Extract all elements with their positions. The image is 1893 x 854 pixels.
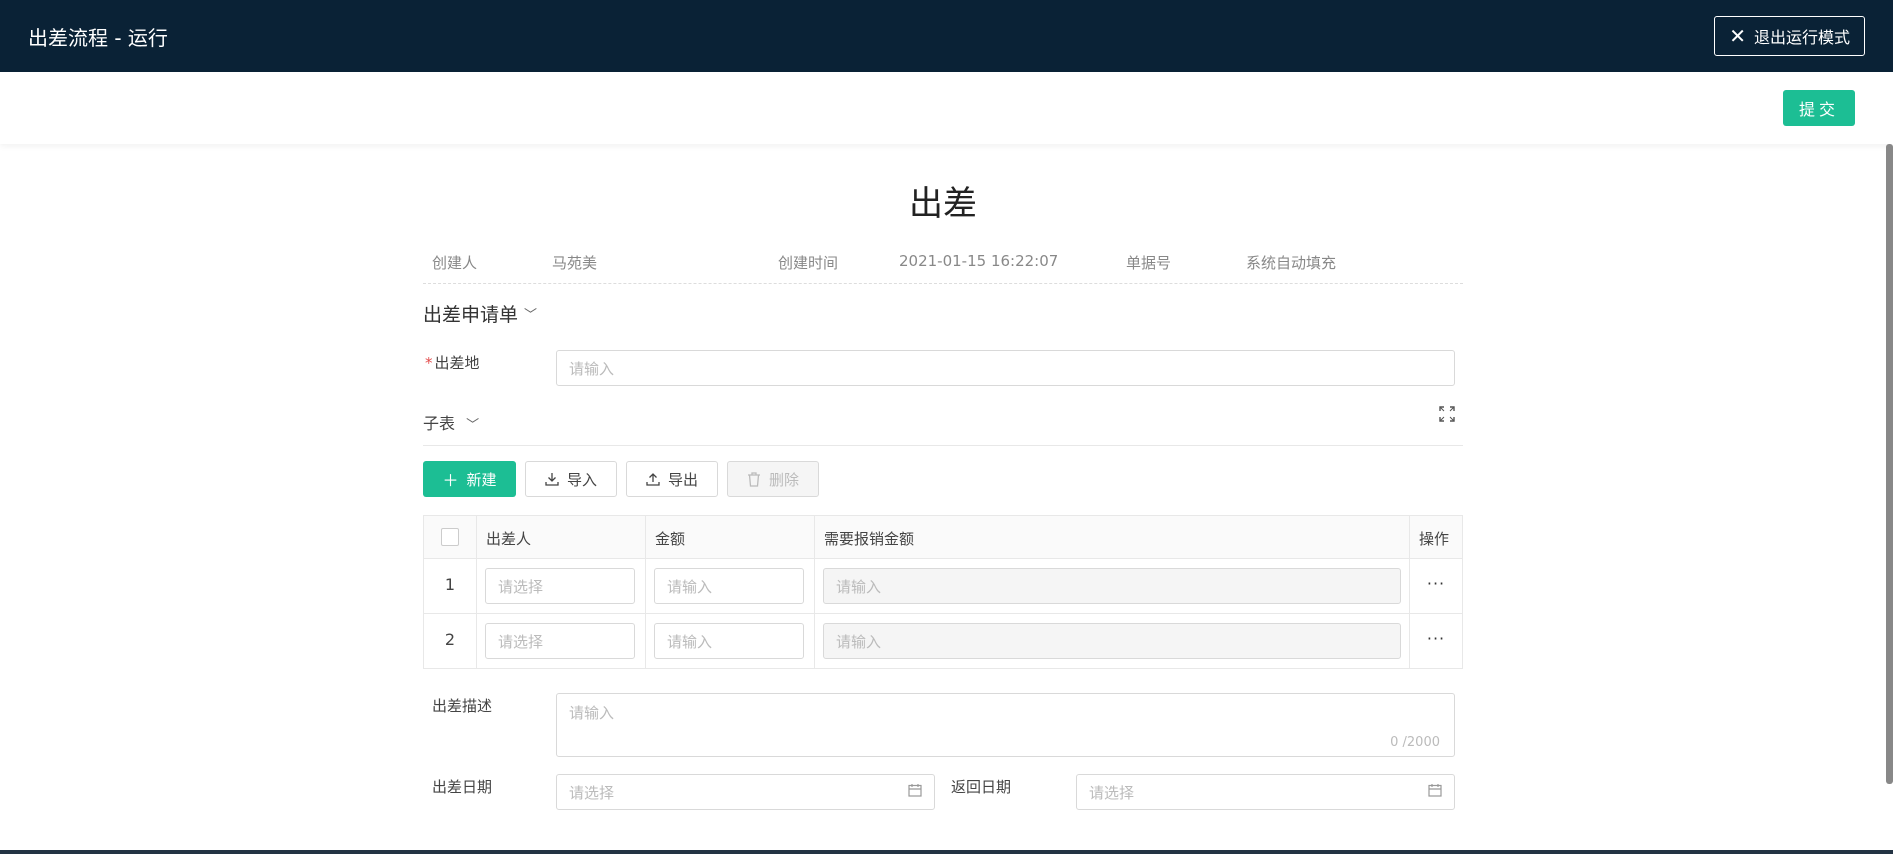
column-header-reimburse: 需要报销金额 bbox=[824, 530, 915, 548]
select-all-checkbox[interactable] bbox=[441, 528, 459, 546]
subtable-toggle[interactable]: 子表 ﹀ bbox=[423, 410, 479, 434]
column-header-amount: 金额 bbox=[655, 530, 686, 548]
page-title: 出差流程 - 运行 bbox=[28, 25, 168, 50]
doc-no-value: 系统自动填充 bbox=[1246, 254, 1337, 272]
exit-run-mode-label: 退出运行模式 bbox=[1753, 28, 1850, 47]
reimburse-input: 请输入 bbox=[823, 623, 1401, 659]
chevron-down-icon: ﹀ bbox=[466, 418, 480, 433]
amount-input[interactable]: 请输入 bbox=[654, 568, 804, 604]
exit-run-mode-button[interactable]: ✕ 退出运行模式 bbox=[1714, 16, 1865, 56]
top-bar: 出差流程 - 运行 ✕ 退出运行模式 bbox=[0, 0, 1893, 72]
destination-label: * 出差地 bbox=[425, 352, 480, 373]
row-divider bbox=[424, 613, 1462, 614]
column-divider bbox=[814, 516, 815, 668]
row-index: 2 bbox=[444, 630, 456, 649]
destination-input[interactable]: 请输入 bbox=[556, 350, 1455, 386]
fullscreen-icon[interactable] bbox=[1439, 406, 1455, 422]
bottom-bar bbox=[0, 850, 1893, 854]
calendar-icon bbox=[908, 784, 922, 797]
created-time-label: 创建时间 bbox=[778, 254, 839, 272]
scrollbar[interactable] bbox=[1886, 144, 1893, 784]
download-icon bbox=[545, 473, 559, 486]
new-row-button[interactable]: ＋ 新建 bbox=[423, 461, 516, 497]
plus-icon: ＋ bbox=[442, 471, 459, 490]
more-icon[interactable]: ··· bbox=[1410, 629, 1462, 648]
row-index: 1 bbox=[444, 575, 456, 594]
export-label: 导出 bbox=[667, 470, 698, 489]
return-date-picker[interactable]: 请选择 bbox=[1076, 774, 1455, 810]
form-meta: 创建人 马苑美 创建时间 2021-01-15 16:22:07 单据号 系统自… bbox=[423, 252, 1463, 284]
return-date-label: 返回日期 bbox=[951, 778, 1012, 796]
close-icon: ✕ bbox=[1729, 24, 1746, 48]
export-button[interactable]: 导出 bbox=[626, 461, 718, 497]
section-title: 出差申请单 bbox=[423, 304, 519, 326]
char-counter: 0 /2000 bbox=[1390, 735, 1440, 750]
column-header-action: 操作 bbox=[1419, 530, 1450, 548]
column-divider bbox=[476, 516, 477, 668]
description-textarea[interactable]: 请输入 0 /2000 bbox=[556, 693, 1455, 757]
action-bar: 提交 bbox=[0, 72, 1893, 144]
subtable-header: 子表 ﹀ bbox=[423, 406, 1463, 446]
form-title: 出差 bbox=[909, 184, 977, 224]
more-icon[interactable]: ··· bbox=[1410, 574, 1462, 593]
amount-input[interactable]: 请输入 bbox=[654, 623, 804, 659]
start-date-label: 出差日期 bbox=[432, 778, 493, 796]
table-header: 出差人 金额 需要报销金额 操作 bbox=[424, 516, 1462, 559]
start-date-placeholder: 请选择 bbox=[569, 783, 615, 802]
reimburse-input: 请输入 bbox=[823, 568, 1401, 604]
delete-label: 删除 bbox=[768, 470, 799, 489]
import-button[interactable]: 导入 bbox=[525, 461, 617, 497]
new-row-label: 新建 bbox=[466, 470, 497, 489]
creator-label: 创建人 bbox=[432, 254, 478, 272]
traveler-select[interactable]: 请选择 bbox=[485, 568, 635, 604]
form-container: 出差 创建人 马苑美 创建时间 2021-01-15 16:22:07 单据号 … bbox=[423, 144, 1463, 810]
traveler-select[interactable]: 请选择 bbox=[485, 623, 635, 659]
destination-label-text: 出差地 bbox=[434, 354, 480, 372]
column-header-traveler: 出差人 bbox=[486, 530, 532, 548]
return-date-placeholder: 请选择 bbox=[1089, 783, 1135, 802]
delete-button[interactable]: 删除 bbox=[727, 461, 819, 497]
creator-value: 马苑美 bbox=[552, 254, 598, 272]
created-time-value: 2021-01-15 16:22:07 bbox=[899, 252, 1059, 270]
trash-icon bbox=[747, 471, 760, 487]
chevron-down-icon: ﹀ bbox=[524, 308, 538, 323]
import-label: 导入 bbox=[566, 470, 597, 489]
upload-icon bbox=[646, 473, 660, 486]
section-header[interactable]: 出差申请单 ﹀ bbox=[423, 300, 537, 327]
subtable: 出差人 金额 需要报销金额 操作 1 请选择 请输入 请输入 ··· 2 请选择… bbox=[423, 515, 1463, 669]
description-placeholder: 请输入 bbox=[569, 704, 615, 722]
submit-button[interactable]: 提交 bbox=[1783, 90, 1855, 126]
doc-no-label: 单据号 bbox=[1126, 254, 1172, 272]
description-label: 出差描述 bbox=[432, 697, 493, 715]
subtable-title: 子表 bbox=[423, 414, 456, 433]
column-divider bbox=[645, 516, 646, 668]
start-date-picker[interactable]: 请选择 bbox=[556, 774, 935, 810]
required-mark: * bbox=[425, 354, 433, 372]
calendar-icon bbox=[1428, 784, 1442, 797]
